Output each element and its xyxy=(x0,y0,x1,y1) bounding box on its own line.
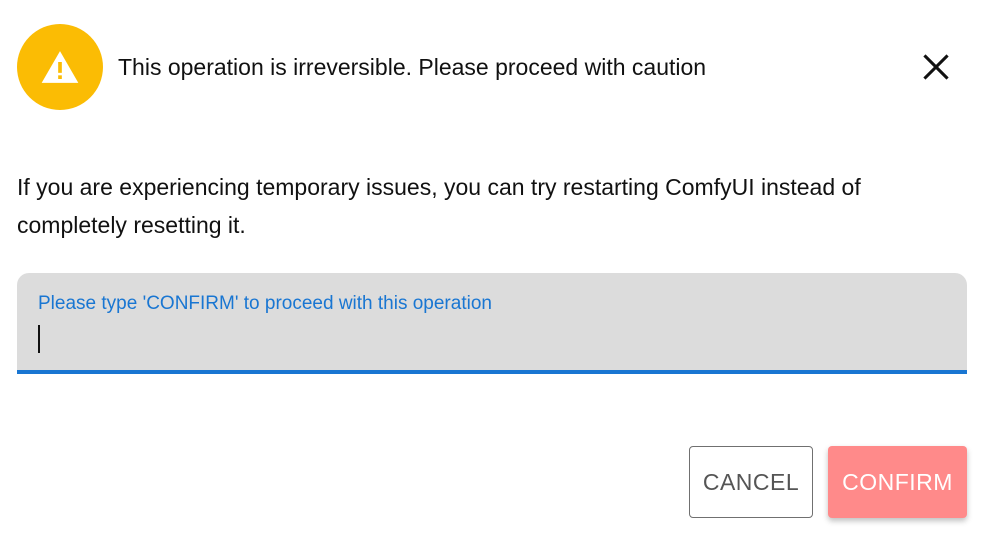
reset-confirmation-dialog: This operation is irreversible. Please p… xyxy=(0,0,990,544)
confirm-button[interactable]: CONFIRM xyxy=(828,446,967,518)
text-caret xyxy=(38,325,40,353)
close-button[interactable] xyxy=(914,45,958,89)
dialog-message: If you are experiencing temporary issues… xyxy=(17,174,861,238)
confirm-field-label: Please type 'CONFIRM' to proceed with th… xyxy=(38,293,492,314)
close-icon xyxy=(923,54,949,80)
warning-icon xyxy=(41,51,79,83)
warning-badge xyxy=(17,24,103,110)
cancel-button[interactable]: CANCEL xyxy=(689,446,813,518)
confirm-text-field[interactable]: Please type 'CONFIRM' to proceed with th… xyxy=(17,273,967,374)
dialog-title: This operation is irreversible. Please p… xyxy=(118,54,707,80)
